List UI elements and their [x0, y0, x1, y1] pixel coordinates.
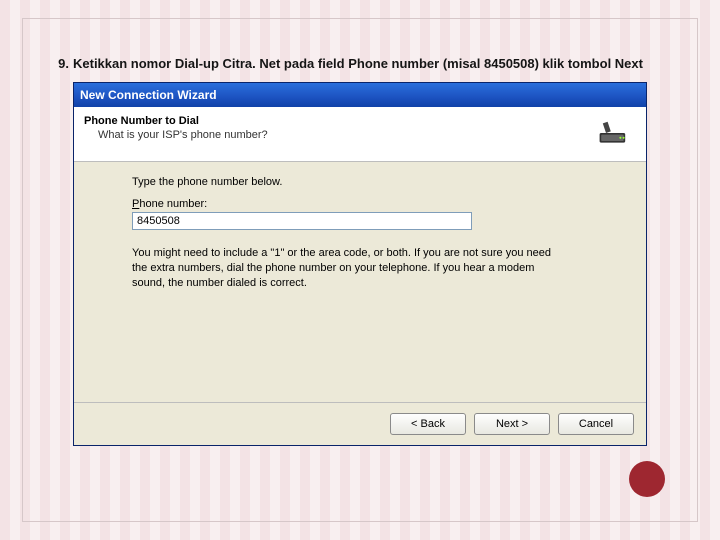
phone-number-input[interactable] — [132, 212, 472, 230]
wizard-button-row: < Back Next > Cancel — [74, 402, 646, 445]
wizard-window: New Connection Wizard Phone Number to Di… — [73, 82, 647, 446]
wizard-header-title: Phone Number to Dial — [84, 115, 592, 127]
accent-dot — [629, 461, 665, 497]
cancel-button[interactable]: Cancel — [558, 413, 634, 435]
phone-label-rest: hone number: — [139, 198, 207, 210]
step-text-tail: Next — [615, 56, 643, 71]
window-title: New Connection Wizard — [80, 88, 217, 102]
step-text: Ketikkan nomor Dial-up Citra. Net pada f… — [73, 55, 643, 74]
wizard-header-sub: What is your ISP's phone number? — [98, 129, 592, 141]
step-instruction: 9. Ketikkan nomor Dial-up Citra. Net pad… — [47, 55, 669, 74]
back-button[interactable]: < Back — [390, 413, 466, 435]
slide-frame: 9. Ketikkan nomor Dial-up Citra. Net pad… — [22, 18, 698, 522]
hint-text: You might need to include a "1" or the a… — [132, 246, 562, 291]
window-titlebar: New Connection Wizard — [74, 83, 646, 107]
wizard-body: Type the phone number below. Phone numbe… — [74, 162, 646, 402]
prompt-text: Type the phone number below. — [132, 176, 612, 188]
step-text-main: Ketikkan nomor Dial-up Citra. Net pada f… — [73, 56, 615, 71]
wizard-header: Phone Number to Dial What is your ISP's … — [74, 107, 646, 162]
step-number: 9. — [47, 55, 69, 74]
phone-field-label: Phone number: — [132, 198, 612, 210]
modem-icon — [592, 115, 636, 151]
next-button[interactable]: Next > — [474, 413, 550, 435]
